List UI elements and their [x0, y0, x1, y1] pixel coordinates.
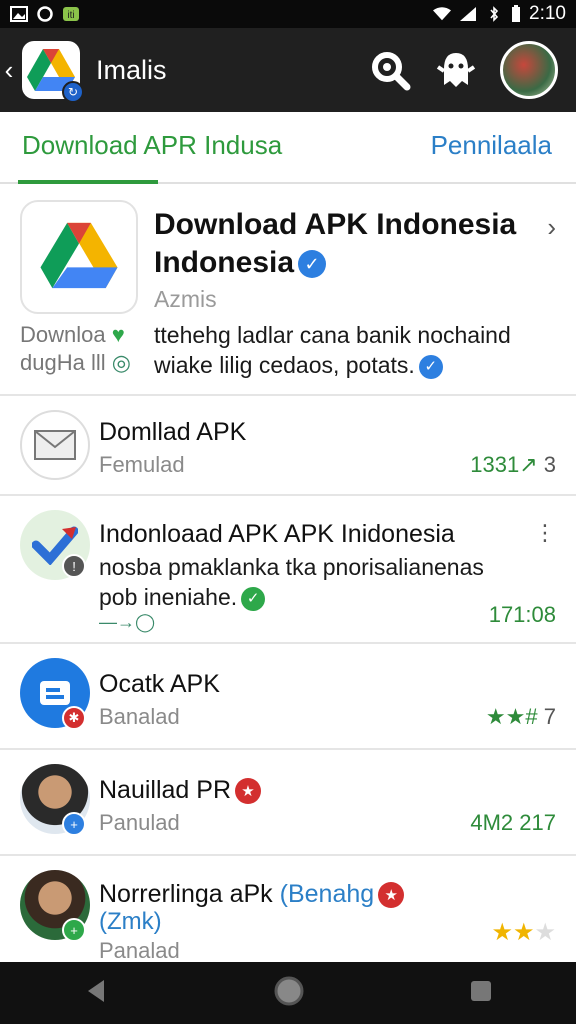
- sync-badge-icon: ↻: [62, 81, 84, 103]
- app-title: Imalis: [96, 54, 167, 85]
- row-subtitle: Panalad: [99, 938, 180, 963]
- system-nav-bar: [0, 962, 576, 1024]
- star-badge-icon: ★: [378, 882, 405, 909]
- signal-icon: [460, 7, 477, 21]
- ghost-icon[interactable]: [434, 48, 478, 92]
- home-nav-icon[interactable]: [273, 975, 305, 1012]
- verified-icon: ✓: [418, 354, 443, 379]
- star-icon: ★★: [485, 704, 526, 729]
- star-badge-icon: ★: [235, 778, 262, 805]
- row-title: Ocatk APK: [99, 670, 220, 698]
- row-title: Nauillad PR ★: [99, 776, 262, 805]
- status-bar: iti 2:10: [0, 0, 576, 28]
- featured-description: ttehehg ladlar cana banik nochaind wiake…: [154, 322, 511, 379]
- tab-indicator: [18, 180, 158, 184]
- plus-badge-icon: +: [62, 918, 86, 942]
- featured-left-label: Downloa ♥: [20, 322, 125, 347]
- heart-icon: ♥: [111, 322, 125, 347]
- list-item[interactable]: Domllad APK Femulad 1331↗ 3: [0, 396, 576, 496]
- battery-icon: [512, 5, 521, 22]
- back-nav-icon[interactable]: [82, 977, 110, 1010]
- check-circle-icon: ✓: [241, 586, 266, 611]
- image-icon: [10, 6, 28, 22]
- plus-badge-icon: +: [62, 812, 86, 836]
- search-icon[interactable]: [368, 48, 412, 92]
- app-logo[interactable]: ↻: [22, 41, 84, 103]
- list-item[interactable]: ✱ Ocatk APK Banalad ★★# 7: [0, 644, 576, 750]
- trend-up-icon: ↗: [519, 452, 538, 477]
- row-meta: 4M2 217: [470, 810, 556, 835]
- svg-text:iti: iti: [67, 10, 74, 21]
- row-meta: 171:08: [488, 602, 556, 627]
- row-meta: ★★# 7: [485, 704, 556, 729]
- list-item[interactable]: ! Indonloaad APK APK Inidonesia ⋮ nosba …: [0, 496, 576, 644]
- verified-icon: ✓: [298, 250, 327, 279]
- row-description: nosba pmaklanka tka pnorisalianenas pob …: [99, 554, 484, 611]
- featured-card[interactable]: Download APK Indonesia Indonesia ✓ › Azmi…: [0, 186, 576, 396]
- row-subtitle: Panulad: [99, 810, 180, 835]
- status-time: 2:10: [529, 3, 566, 24]
- refresh-icon: ◎: [111, 350, 131, 375]
- more-vert-icon[interactable]: ⋮: [534, 520, 556, 546]
- data-saver-icon: [37, 6, 53, 22]
- row-title: Norrerlinga aPk (Benahg ★: [99, 880, 405, 909]
- mail-icon: [20, 410, 90, 480]
- tab-bar: Download APR Indusa Pennilaala: [0, 112, 576, 184]
- app-bar: ‹ ↻ Imalis: [0, 28, 576, 112]
- chevron-right-icon[interactable]: ›: [547, 212, 556, 243]
- drive-logo-icon: [20, 200, 138, 314]
- tab-pennilaala[interactable]: Pennilaala: [431, 130, 552, 161]
- featured-left-label-2: dugHa lll ◎: [20, 350, 131, 375]
- back-icon[interactable]: ‹: [0, 28, 18, 112]
- row-title: Indonloaad APK APK Inidonesia: [99, 520, 455, 548]
- list-item[interactable]: + Norrerlinga aPk (Benahg ★ (Zmk) Panalad…: [0, 856, 576, 963]
- close-badge-icon: ✱: [62, 706, 86, 730]
- hashtag-icon: #: [525, 704, 538, 729]
- app-badge-icon: iti: [63, 7, 79, 21]
- bluetooth-icon: [490, 6, 499, 22]
- row-title-line2: (Zmk): [99, 908, 162, 935]
- tab-download[interactable]: Download APR Indusa: [22, 130, 282, 161]
- list-item[interactable]: + Nauillad PR ★ Panulad 4M2 217: [0, 750, 576, 856]
- wifi-icon: [433, 7, 452, 21]
- featured-title: Download APK Indonesia Indonesia ✓: [154, 208, 517, 279]
- arrow-loop-icon: —→◯: [99, 612, 156, 632]
- recents-nav-icon[interactable]: [468, 978, 494, 1009]
- row-meta: 1331↗ 3: [470, 452, 556, 477]
- row-subtitle: Femulad: [99, 452, 185, 477]
- row-title: Domllad APK: [99, 418, 247, 446]
- rating-stars: ★★★: [491, 919, 556, 946]
- row-subtitle: Banalad: [99, 704, 180, 729]
- info-badge-icon: !: [62, 554, 86, 578]
- avatar[interactable]: [500, 41, 558, 99]
- featured-subtitle: Azmis: [154, 286, 217, 312]
